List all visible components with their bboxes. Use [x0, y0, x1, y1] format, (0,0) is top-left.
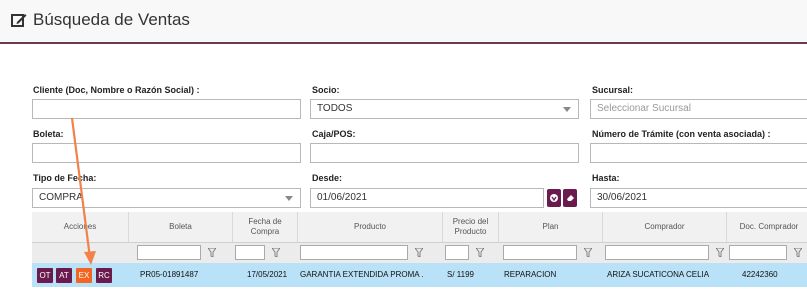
tramite-label: Número de Trámite (con venta asociada) :	[592, 129, 771, 139]
caja-label: Caja/POS:	[312, 129, 356, 139]
col-header-producto[interactable]: Producto	[298, 212, 443, 242]
precio-cell: S/ 1199	[447, 270, 474, 279]
edit-icon	[11, 14, 27, 27]
boleta-label: Boleta:	[33, 129, 64, 139]
filter-row	[32, 242, 807, 264]
page-header: Búsqueda de Ventas	[0, 0, 807, 44]
precio-filter-input[interactable]	[445, 245, 469, 260]
filter-icon[interactable]	[272, 248, 280, 257]
filter-icon[interactable]	[476, 248, 484, 257]
boleta-filter-input[interactable]	[137, 245, 201, 260]
hasta-label: Hasta:	[592, 173, 620, 183]
boleta-input[interactable]	[32, 143, 301, 163]
clear-date-button[interactable]	[563, 189, 577, 207]
filter-icon[interactable]	[415, 248, 423, 257]
fecha-filter-input[interactable]	[235, 245, 265, 260]
rc-button[interactable]: RC	[96, 268, 112, 283]
sucursal-label: Sucursal:	[592, 85, 634, 95]
filter-icon[interactable]	[208, 248, 216, 257]
doc-cell: 42242360	[742, 270, 778, 279]
filter-icon[interactable]	[794, 248, 802, 257]
tipo-fecha-label: Tipo de Fecha:	[33, 173, 97, 183]
col-header-comprador[interactable]: Comprador	[603, 212, 727, 242]
eraser-icon	[567, 195, 574, 201]
comprador-cell: ARIZA SUCATICONA CELIA	[607, 270, 710, 279]
col-header-acciones[interactable]: Acciones	[32, 212, 129, 242]
hasta-input[interactable]: 30/06/2021	[590, 188, 807, 208]
caja-input[interactable]	[310, 143, 579, 163]
ot-button[interactable]: OT	[37, 268, 53, 283]
page-title: Búsqueda de Ventas	[33, 10, 190, 29]
cliente-input[interactable]	[32, 99, 301, 119]
socio-label: Socio:	[312, 85, 340, 95]
col-header-fecha[interactable]: Fecha de Compra	[233, 212, 298, 242]
doc-filter-input[interactable]	[729, 245, 787, 260]
socio-select[interactable]: TODOS	[310, 99, 579, 119]
boleta-cell: PR05-01891487	[140, 270, 199, 279]
ex-button[interactable]: EX	[76, 268, 92, 283]
producto-filter-input[interactable]	[300, 245, 408, 260]
sales-grid: Acciones Boleta Fecha de Compra Producto…	[32, 212, 807, 292]
socio-select-value: TODOS	[317, 103, 353, 114]
sucursal-select[interactable]: Seleccionar Sucursal	[590, 99, 807, 119]
tipo-fecha-select[interactable]: COMPRA	[32, 188, 301, 208]
comprador-filter-input[interactable]	[605, 245, 709, 260]
col-header-plan[interactable]: Plan	[499, 212, 603, 242]
cliente-label: Cliente (Doc, Nombre o Razón Social) :	[33, 85, 200, 95]
col-header-precio[interactable]: Precio del Producto	[443, 212, 499, 242]
plan-cell: REPARACION	[504, 270, 557, 279]
at-button[interactable]: AT	[56, 268, 72, 283]
filter-icon[interactable]	[584, 248, 592, 257]
calendar-button[interactable]	[547, 189, 561, 207]
fecha-cell: 17/05/2021	[247, 270, 288, 279]
desde-label: Desde:	[312, 173, 343, 183]
table-row[interactable]: OT AT EX RC PR05-01891487 17/05/2021 GAR…	[32, 263, 807, 287]
tipo-fecha-value: COMPRA	[39, 192, 83, 203]
filter-icon[interactable]	[716, 248, 724, 257]
col-header-doc[interactable]: Doc. Comprador	[727, 212, 807, 242]
col-header-boleta[interactable]: Boleta	[129, 212, 233, 242]
tramite-input[interactable]	[590, 143, 807, 163]
producto-cell: GARANTIA EXTENDIDA PROMA .	[300, 270, 424, 279]
plan-filter-input[interactable]	[503, 245, 577, 260]
chevron-down-icon	[285, 196, 293, 201]
chevron-down-icon	[563, 107, 571, 112]
calendar-icon	[550, 194, 558, 202]
desde-input[interactable]: 01/06/2021	[310, 188, 544, 208]
